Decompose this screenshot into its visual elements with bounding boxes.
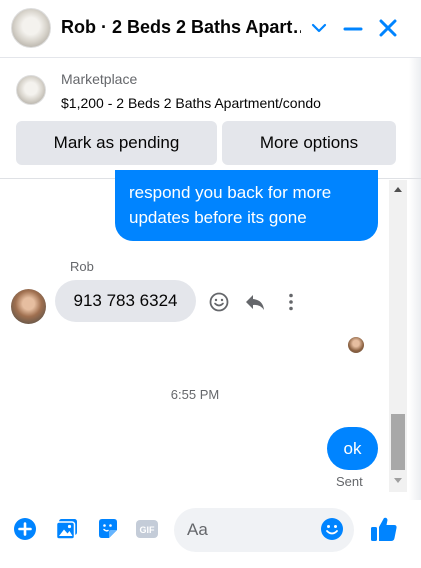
plus-circle-icon[interactable] (13, 517, 37, 541)
message-timestamp: 6:55 PM (170, 387, 220, 402)
thumbs-up-icon[interactable] (369, 514, 399, 544)
more-dots-icon[interactable] (280, 291, 302, 313)
chat-header: Rob · 2 Beds 2 Baths Apart… (0, 0, 421, 58)
sender-name: Rob (70, 259, 94, 274)
chevron-down-icon[interactable] (308, 17, 330, 39)
gif-icon-label: GIF (140, 525, 156, 535)
marketplace-label: Marketplace (61, 71, 138, 87)
listing-avatar[interactable] (11, 8, 51, 48)
reply-icon[interactable] (244, 291, 266, 313)
seen-indicator-avatar (348, 337, 364, 353)
scroll-down-arrow-icon[interactable] (389, 472, 407, 490)
sent-status: Sent (336, 474, 363, 489)
listing-thumbnail[interactable] (16, 75, 46, 105)
listing-title[interactable]: $1,200 - 2 Beds 2 Baths Apartment/condo (61, 95, 321, 111)
avatar[interactable] (11, 289, 46, 324)
scrollbar-thumb[interactable] (391, 414, 405, 470)
image-icon[interactable] (55, 517, 79, 541)
gif-icon[interactable]: GIF (135, 517, 159, 541)
emoji-icon[interactable] (320, 517, 344, 541)
more-options-button[interactable]: More options (222, 121, 396, 165)
close-icon[interactable] (376, 16, 400, 40)
scroll-up-arrow-icon[interactable] (389, 180, 407, 198)
chat-title[interactable]: Rob · 2 Beds 2 Baths Apart… (61, 17, 301, 38)
window-edge (409, 0, 421, 568)
react-emoji-icon[interactable] (208, 291, 230, 313)
incoming-message[interactable]: 913 783 6324 (55, 280, 196, 322)
sticker-icon[interactable] (96, 517, 120, 541)
outgoing-message-ok[interactable]: ok (327, 427, 378, 470)
outgoing-message[interactable]: respond you back for more updates before… (115, 170, 378, 241)
mark-as-pending-button[interactable]: Mark as pending (16, 121, 217, 165)
message-input-placeholder: Aa (187, 520, 208, 539)
minimize-icon[interactable] (341, 16, 365, 40)
